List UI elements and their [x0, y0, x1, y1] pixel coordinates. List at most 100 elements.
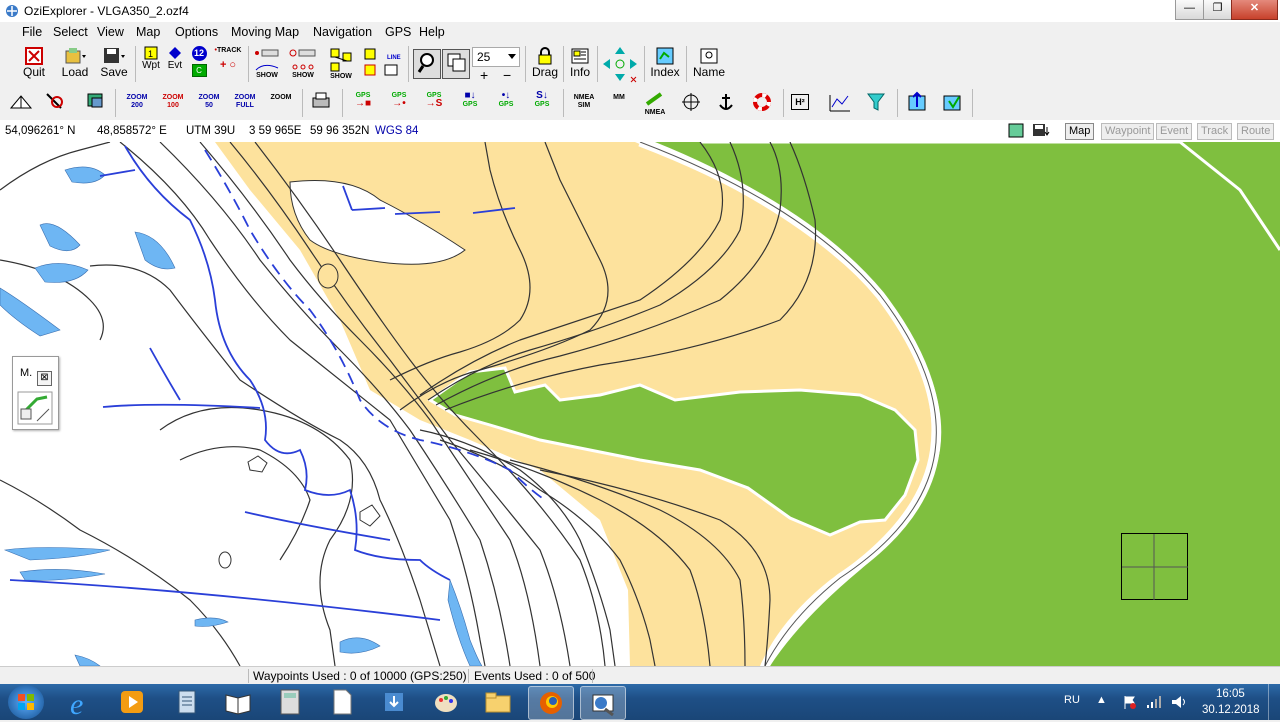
map-mini-panel[interactable]: M. ⊠	[12, 356, 59, 430]
media-player-icon[interactable]	[110, 686, 154, 718]
topo-map[interactable]	[0, 142, 1280, 666]
zoom-window-button[interactable]	[442, 49, 470, 79]
network-icon[interactable]	[1146, 694, 1162, 710]
zoom-magnifier-button[interactable]	[413, 49, 441, 79]
menu-file[interactable]: File	[22, 25, 42, 39]
map-canvas[interactable]: M. ⊠	[0, 142, 1280, 666]
index-map-icon	[656, 47, 674, 65]
map-tab[interactable]: Map	[1065, 123, 1095, 140]
explorer-folder-icon[interactable]	[476, 686, 520, 718]
map-download-icon[interactable]	[940, 91, 966, 117]
toolbar-separator	[644, 46, 645, 82]
book-icon[interactable]	[216, 686, 260, 718]
map-upload-icon[interactable]	[905, 91, 931, 117]
language-indicator[interactable]: RU	[1064, 694, 1080, 706]
quit-button[interactable]: Quit	[22, 47, 46, 79]
event-tab[interactable]: Event	[1156, 123, 1193, 140]
menu-map[interactable]: Map	[136, 25, 160, 39]
route-tab[interactable]: Route	[1237, 123, 1275, 140]
map-image-icon[interactable]	[83, 90, 109, 116]
tray-expand-icon[interactable]: ▲	[1096, 694, 1107, 706]
info-button[interactable]: Info	[567, 47, 593, 79]
clock-date[interactable]: 30.12.2018	[1202, 704, 1260, 716]
gps-route-get-button[interactable]: •↓ GPS	[493, 91, 519, 118]
lifebuoy-icon[interactable]	[749, 91, 775, 117]
zoom-out-button[interactable]: −	[503, 67, 511, 83]
start-button[interactable]	[8, 685, 44, 719]
map-settings-icon[interactable]	[42, 90, 68, 116]
drag-label: Drag	[531, 65, 558, 79]
calculator-icon[interactable]	[268, 686, 312, 718]
gps-track-get-button[interactable]: S↓ GPS	[529, 91, 555, 118]
route-number-button[interactable]: 12 C	[189, 46, 209, 77]
crosshair-icon[interactable]	[678, 91, 704, 117]
track-button[interactable]: •TRACK + ○	[214, 47, 242, 71]
load-button[interactable]: Load	[60, 47, 90, 79]
gps-route-button[interactable]: ■↓ GPS	[457, 91, 483, 118]
show-waypoints-button[interactable]: SHOW	[288, 48, 318, 79]
nmea-sim-button[interactable]: NMEA SIM	[571, 94, 597, 120]
save-map-icon[interactable]	[1032, 123, 1056, 138]
line-button[interactable]: LINE	[362, 47, 402, 79]
paint-icon[interactable]	[424, 686, 468, 718]
menu-navigation[interactable]: Navigation	[313, 25, 372, 39]
installer-icon[interactable]	[372, 686, 416, 718]
zoom-in-button[interactable]: +	[480, 67, 488, 83]
zoom-full-button[interactable]: ZOOM FULL	[232, 94, 258, 120]
internet-explorer-icon[interactable]: e	[60, 686, 104, 718]
menu-view[interactable]: View	[97, 25, 124, 39]
show-label-2: SHOW	[292, 72, 314, 79]
menu-help[interactable]: Help	[419, 25, 445, 39]
gps-get-waypoints-button[interactable]: GPS →■	[350, 92, 376, 118]
zoom-select[interactable]: 25	[472, 47, 520, 67]
document-icon[interactable]	[320, 686, 364, 718]
event-button[interactable]: Evt	[164, 46, 186, 71]
print-icon[interactable]	[308, 90, 334, 116]
show-desktop-button[interactable]	[1268, 684, 1280, 720]
nmea-button[interactable]: NMEA	[642, 92, 668, 118]
index-button[interactable]: Index	[648, 47, 682, 79]
zoom-100-button[interactable]: ZOOM 100	[160, 94, 186, 120]
menu-options[interactable]: Options	[175, 25, 218, 39]
menu-gps[interactable]: GPS	[385, 25, 411, 39]
clock-time[interactable]: 16:05	[1216, 688, 1245, 700]
lock-icon	[538, 47, 552, 65]
menu-moving-map[interactable]: Moving Map	[231, 25, 299, 39]
open-map-icon[interactable]	[8, 90, 34, 116]
minimize-button[interactable]: —	[1175, 0, 1204, 20]
zoom-rect-button[interactable]: ZOOM	[268, 94, 294, 120]
zoom-200-button[interactable]: ZOOM 200	[124, 94, 150, 120]
anchor-icon[interactable]	[713, 91, 739, 117]
route-show-button[interactable]: SHOW	[328, 47, 354, 80]
name-search-button[interactable]: Name	[692, 47, 726, 79]
waypoints-used-status: Waypoints Used : 0 of 10000 (GPS:250)	[253, 669, 467, 683]
volume-icon[interactable]	[1170, 694, 1188, 710]
menu-select[interactable]: Select	[53, 25, 88, 39]
notepad-icon[interactable]	[165, 686, 209, 718]
save-button[interactable]: Save	[99, 47, 129, 79]
show-track-button[interactable]: SHOW	[253, 48, 281, 79]
gps-track-button[interactable]: GPS →S	[421, 92, 447, 118]
action-center-flag-icon[interactable]	[1122, 694, 1138, 710]
mm-button[interactable]: MM	[606, 94, 632, 120]
drag-button[interactable]: Drag	[531, 47, 559, 79]
close-button[interactable]: ✕	[1231, 0, 1278, 20]
maximize-button[interactable]: ❐	[1203, 0, 1232, 20]
waypoint-button[interactable]: 1 Wpt	[140, 46, 162, 71]
profile-chart-icon[interactable]	[827, 91, 853, 117]
windows-logo-icon	[18, 694, 34, 710]
firefox-icon[interactable]	[528, 686, 574, 720]
oziexplorer-task-icon[interactable]	[580, 686, 626, 720]
h2-button[interactable]: H²	[791, 94, 809, 110]
gps-send-waypoints-button[interactable]: GPS →•	[386, 92, 412, 118]
zoom-50-button[interactable]: ZOOM 50	[196, 94, 222, 120]
waypoint-tab[interactable]: Waypoint	[1101, 123, 1155, 140]
track-tab[interactable]: Track	[1197, 123, 1233, 140]
route-icon	[330, 48, 352, 72]
mini-panel-close-icon[interactable]: ⊠	[37, 371, 52, 386]
mini-map-icon[interactable]	[17, 391, 53, 425]
move-map-button[interactable]	[600, 45, 640, 83]
index-label: Index	[650, 65, 680, 79]
map-thumbnail-icon[interactable]	[1008, 123, 1024, 138]
filter-icon[interactable]	[863, 91, 889, 117]
